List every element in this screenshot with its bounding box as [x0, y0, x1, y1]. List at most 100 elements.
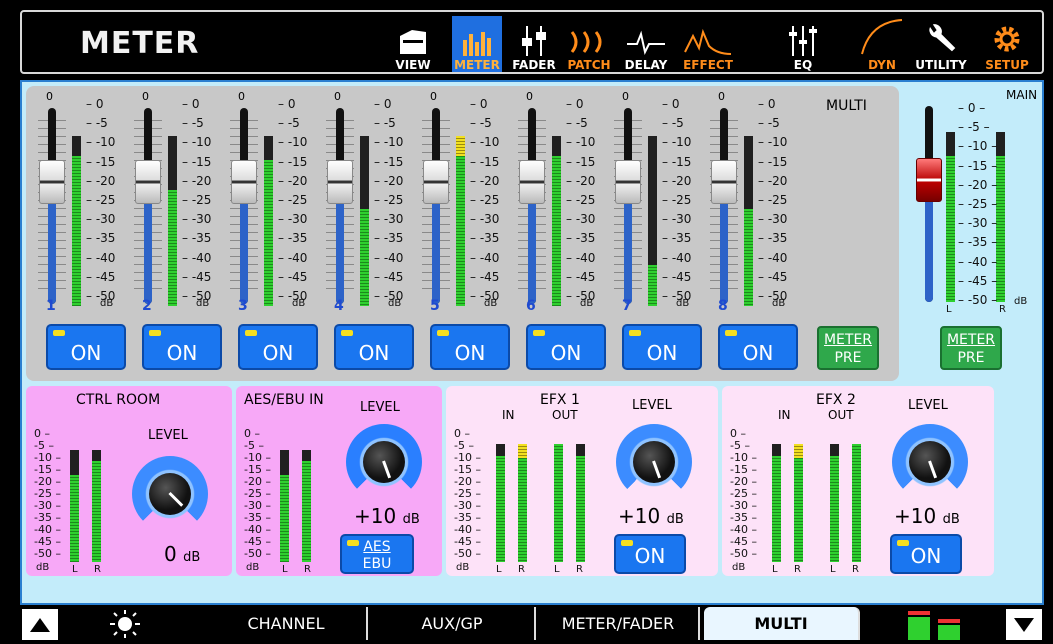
efx2-panel: EFX 2 IN OUT LEVEL 0 – -5 – -10 – -15 – -20 … — [722, 386, 994, 576]
channel-number: 7 — [622, 298, 632, 314]
aes-ebu-select-button[interactable]: AES EBU — [340, 534, 414, 574]
channel-on-button[interactable]: ON — [430, 324, 510, 370]
channel-on-button[interactable]: ON — [334, 324, 414, 370]
ctrl-room-l: L — [72, 564, 78, 575]
efx1-on-button[interactable]: ON — [614, 534, 686, 574]
nav-patch-button[interactable]: PATCH — [562, 16, 616, 72]
channel-db: dB — [772, 298, 786, 309]
main-fader-track[interactable] — [925, 106, 933, 302]
scale-tick-label: – -10 — [566, 135, 596, 150]
channel-scale: – 0 – -5 – -10 – -15 – -20 – -25 – -30 – -35 – -… — [758, 98, 808, 302]
fader-track[interactable] — [144, 108, 152, 304]
fader-track[interactable] — [720, 108, 728, 304]
scale-tick-label: – -15 — [758, 154, 788, 169]
channel-on-button[interactable]: ON — [526, 324, 606, 370]
scale-tick-label: – 0 — [470, 97, 488, 111]
channel-on-button[interactable]: ON — [238, 324, 318, 370]
brightness-button[interactable] — [110, 610, 140, 642]
fader-track[interactable] — [528, 108, 536, 304]
scale-tick-label: – -10 — [86, 135, 116, 150]
multi-meter-pre-button[interactable]: METER PRE — [817, 326, 879, 370]
nav-utility-button[interactable]: UTILITY — [910, 16, 972, 72]
efx1-unit: dB — [666, 512, 684, 527]
aes-btn-line2: EBU — [362, 556, 392, 572]
scale-tick-label: – -5 — [278, 116, 300, 131]
efx2-unit: dB — [942, 512, 960, 527]
main-output: MAIN – 0 – – -5 – – -10 – – -15 – – -20 – – -… — [902, 86, 1042, 381]
channel-zero: 0 — [238, 90, 245, 103]
channel-on-button[interactable]: ON — [46, 324, 126, 370]
nav-eq-label: EQ — [793, 58, 813, 72]
fader-knob[interactable] — [615, 160, 641, 205]
multi-label: MULTI — [826, 98, 867, 114]
efx1-level-knob[interactable] — [616, 424, 692, 500]
channel-number: 5 — [430, 298, 440, 314]
fader-track[interactable] — [240, 108, 248, 304]
aes-led — [347, 540, 359, 546]
nav-view-button[interactable]: VIEW — [390, 16, 436, 72]
scale-tick-label: – -25 — [86, 193, 116, 207]
scale-tick-label: – -5 — [662, 116, 684, 131]
scroll-down-button[interactable] — [1006, 609, 1042, 640]
main-r-label: R — [999, 304, 1006, 315]
channel-zero: 0 — [46, 90, 53, 103]
scale-tick-label: – 0 — [278, 97, 296, 111]
fader-track[interactable] — [624, 108, 632, 304]
scale-tick-label: – -20 — [374, 173, 404, 188]
fader-knob[interactable] — [327, 160, 353, 205]
scale-tick-label: – -30 — [470, 212, 500, 227]
nav-dyn-button[interactable]: DYN — [856, 16, 908, 72]
fader-knob[interactable] — [711, 160, 737, 205]
tab-aux-gp[interactable]: AUX/GP — [370, 607, 536, 640]
scale-tick-label: – -5 — [374, 116, 396, 131]
fader-knob[interactable] — [423, 160, 449, 205]
nav-eq-button[interactable]: EQ — [782, 16, 824, 72]
channel-on-button[interactable]: ON — [142, 324, 222, 370]
scale-tick-label: – -30 — [758, 212, 788, 227]
nav-delay-button[interactable]: DELAY — [620, 16, 672, 72]
main-scale: – 0 – – -5 – – -10 – – -15 – – -20 – – -25 – –… — [958, 102, 1008, 306]
fader-knob[interactable] — [39, 160, 65, 205]
main-scale-tick: – -50 – — [958, 293, 998, 307]
tab-multi[interactable]: MULTI — [704, 607, 860, 640]
nav-effect-button[interactable]: EFFECT — [674, 16, 742, 72]
fader-track[interactable] — [336, 108, 344, 304]
aes-level-knob[interactable] — [346, 424, 422, 500]
channel-meter — [72, 136, 81, 306]
scale-tick-label: – -35 — [566, 231, 596, 246]
arrow-down-icon — [1014, 617, 1034, 632]
scroll-up-button[interactable] — [22, 609, 58, 640]
nav-setup-button[interactable]: SETUP — [976, 16, 1038, 72]
fader-track[interactable] — [432, 108, 440, 304]
fader-knob[interactable] — [231, 160, 257, 205]
efx1-out-meter-l — [554, 444, 563, 562]
scale-tick-label: – -40 — [86, 250, 116, 265]
channel-number: 4 — [334, 298, 344, 314]
nav-meter-button[interactable]: METER — [452, 16, 502, 72]
scale-tick-label: – -30 — [566, 212, 596, 227]
on-label: ON — [358, 341, 390, 365]
aes-title: AES/EBU IN — [244, 392, 324, 408]
aes-meter-l — [280, 450, 289, 562]
channel-on-button[interactable]: ON — [622, 324, 702, 370]
main-meter-pre-button[interactable]: METER PRE — [940, 326, 1002, 370]
tab-meter-fader[interactable]: METER/FADER — [538, 607, 700, 640]
fader-knob[interactable] — [135, 160, 161, 205]
multi-section: MULTI 0 – 0 – -5 – -10 – -15 – -20 – -25 – -30… — [26, 86, 899, 381]
fader-knob[interactable] — [519, 160, 545, 205]
tab-channel[interactable]: CHANNEL — [206, 607, 368, 640]
fader-track[interactable] — [48, 108, 56, 304]
small-scale-tick: -50 – — [730, 547, 757, 560]
scale-tick-label: – -35 — [278, 231, 308, 246]
efx2-level-knob[interactable] — [892, 424, 968, 500]
nav-fader-button[interactable]: FADER — [508, 16, 560, 72]
efx2-on-button[interactable]: ON — [890, 534, 962, 574]
main-fader-knob[interactable] — [916, 158, 942, 203]
meter-bridge-button[interactable] — [904, 611, 964, 644]
scale-tick-label: – -10 — [182, 135, 212, 150]
ctrl-room-level-knob[interactable] — [132, 456, 208, 532]
scale-tick-label: – -20 — [182, 173, 212, 188]
nav-fader-label: FADER — [512, 58, 556, 72]
small-scale-tick: -50 – — [34, 547, 61, 560]
channel-on-button[interactable]: ON — [718, 324, 798, 370]
